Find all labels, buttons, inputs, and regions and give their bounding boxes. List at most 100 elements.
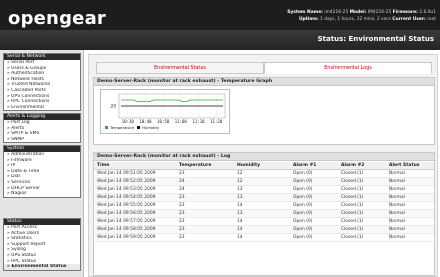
table-row: Wed Jan 14 09:56:05 2009 23 13 Open (0) Clos… — [94, 209, 434, 218]
uptime-value: 1 days, 1 hours, 32 mins, 2 secs — [319, 17, 391, 22]
table-cell: Normal — [386, 225, 434, 234]
table-row: Wed Jan 14 09:58:05 2009 23 14 Open (0) Clos… — [94, 225, 434, 234]
system-name-label: System Name: — [287, 10, 323, 15]
table-cell: Open (0) — [290, 217, 338, 226]
nav-group-status: Status » Port Access » Active Users » St… — [3, 218, 81, 271]
table-cell: Wed Jan 14 09:56:05 2009 — [94, 209, 176, 218]
table-cell: Closed (1) — [338, 225, 386, 234]
log-table-body: Wed Jan 14 09:51:05 2009 23 12 Open (0) Clos… — [94, 169, 434, 242]
tab-environmental-status[interactable]: Environmental Status — [96, 62, 264, 74]
col-alarm-2: Alarm #2 — [338, 162, 386, 170]
table-cell: 23 — [176, 193, 234, 202]
table-row: Wed Jan 14 09:52:05 2009 24 12 Open (0) Clos… — [94, 177, 434, 186]
tab-bar: Environmental Status Environmental Logs — [96, 62, 432, 74]
table-row: Wed Jan 14 09:53:05 2009 24 13 Open (0) Clos… — [94, 185, 434, 194]
table-row: Wed Jan 14 09:55:05 2009 23 14 Open (0) Clos… — [94, 201, 434, 210]
col-temperature: Temperature — [176, 162, 234, 170]
sidebar-item-nagios[interactable]: » Nagios — [4, 191, 80, 197]
table-cell: Normal — [386, 201, 434, 210]
table-cell: Closed (1) — [338, 233, 386, 242]
col-alarm-1: Alarm #1 — [290, 162, 338, 170]
legend-label: Temperature — [109, 125, 135, 130]
table-cell: 14 — [234, 233, 290, 242]
table-cell: Normal — [386, 209, 434, 218]
log-table: Time Temperature Humidity Alarm #1 Alarm… — [94, 162, 434, 242]
firmware-label: Firmware: — [392, 10, 418, 15]
page-title: Status: Environmental Status — [317, 35, 434, 43]
table-row: Wed Jan 14 09:51:05 2009 23 12 Open (0) Clos… — [94, 169, 434, 178]
table-cell: Open (0) — [290, 193, 338, 202]
table-cell: Normal — [386, 185, 434, 194]
table-cell: 23 — [176, 233, 234, 242]
x-tick-label: 11:20 — [210, 119, 223, 124]
table-cell: Open (0) — [290, 225, 338, 234]
log-panel-title: Demo-Server-Rack (monitor at rack exhaus… — [94, 153, 434, 161]
table-cell: 24 — [176, 177, 234, 186]
table-cell: Closed (1) — [338, 201, 386, 210]
table-row: Wed Jan 14 09:57:05 2009 23 14 Open (0) Clos… — [94, 217, 434, 226]
x-tick-label: 10:40 — [139, 119, 152, 124]
sidebar-item-environmental-status[interactable]: » Environmental Status — [4, 264, 80, 270]
table-cell: Wed Jan 14 09:52:05 2009 — [94, 177, 176, 186]
table-cell: Normal — [386, 233, 434, 242]
opengear-logo: opengear — [8, 8, 106, 29]
table-cell: 13 — [234, 193, 290, 202]
table-cell: Open (0) — [290, 177, 338, 186]
table-cell: Closed (1) — [338, 217, 386, 226]
y-tick-label: 20 — [111, 104, 117, 109]
tab-environmental-logs[interactable]: Environmental Logs — [264, 62, 432, 74]
temperature-graph-svg: 10:30 10:40 10:50 11:00 11:10 11:20 20 Temperat… — [105, 93, 226, 130]
table-cell: 23 — [176, 225, 234, 234]
log-header-row: Time Temperature Humidity Alarm #1 Alarm… — [94, 162, 434, 170]
table-cell: Wed Jan 14 09:59:05 2009 — [94, 233, 176, 242]
table-row: Wed Jan 14 09:54:05 2009 23 13 Open (0) Clos… — [94, 193, 434, 202]
table-cell: Wed Jan 14 09:58:05 2009 — [94, 225, 176, 234]
table-row: Wed Jan 14 09:59:05 2009 23 14 Open (0) Clos… — [94, 233, 434, 242]
table-cell: Closed (1) — [338, 185, 386, 194]
table-cell: Open (0) — [290, 209, 338, 218]
x-tick-label: 11:10 — [192, 119, 205, 124]
table-cell: 23 — [176, 217, 234, 226]
table-cell: 12 — [234, 177, 290, 186]
temperature-graph: 10:30 10:40 10:50 11:00 11:10 11:20 20 Temperat… — [100, 89, 230, 134]
table-cell: 13 — [234, 209, 290, 218]
table-cell: Open (0) — [290, 233, 338, 242]
col-humidity: Humidity — [234, 162, 290, 170]
sidebar-item-snmp[interactable]: » SNMP — [4, 137, 80, 143]
table-cell: Closed (1) — [338, 169, 386, 178]
status-bar: Status: Environmental Status — [0, 30, 440, 50]
col-time: Time — [94, 162, 176, 170]
system-name-value: im4216-25 — [324, 10, 349, 15]
current-user-label: Current User: — [392, 17, 426, 22]
table-cell: 14 — [234, 225, 290, 234]
table-cell: Normal — [386, 177, 434, 186]
table-cell: Open (0) — [290, 185, 338, 194]
table-cell: Wed Jan 14 09:57:05 2009 — [94, 217, 176, 226]
x-tick-label: 10:50 — [157, 119, 170, 124]
table-cell: Normal — [386, 217, 434, 226]
table-cell: Normal — [386, 193, 434, 202]
sysinfo-line-1: System Name: im4216-25 Model: IM4216-25 … — [287, 9, 436, 16]
table-cell: Closed (1) — [338, 209, 386, 218]
table-cell: 14 — [234, 217, 290, 226]
col-alert-status: Alert Status — [386, 162, 434, 170]
table-cell: 23 — [176, 209, 234, 218]
firmware-value: 2.6.0u1 — [419, 10, 436, 15]
x-tick-label: 10:30 — [122, 119, 135, 124]
main-content: Environmental Status Environmental Logs … — [88, 54, 438, 277]
table-cell: Wed Jan 14 09:54:05 2009 — [94, 193, 176, 202]
table-cell: Normal — [386, 169, 434, 178]
table-cell: 24 — [176, 185, 234, 194]
table-cell: Open (0) — [290, 201, 338, 210]
legend-swatch — [137, 126, 140, 129]
sidebar-item-environmental[interactable]: » Environmental — [4, 105, 80, 111]
sidebar: Serial & Network » Serial Port » Users &… — [0, 50, 84, 277]
temperature-graph-panel: Demo-Server-Rack (monitor at rack exhaus… — [93, 77, 435, 145]
table-cell: 23 — [176, 201, 234, 210]
table-cell: 23 — [176, 169, 234, 178]
table-cell: Wed Jan 14 09:53:05 2009 — [94, 185, 176, 194]
uptime-label: Uptime: — [298, 17, 319, 22]
table-cell: Wed Jan 14 09:51:05 2009 — [94, 169, 176, 178]
table-cell: 14 — [234, 201, 290, 210]
sysinfo-line-2: Uptime: 1 days, 1 hours, 32 mins, 2 secs… — [287, 16, 436, 23]
